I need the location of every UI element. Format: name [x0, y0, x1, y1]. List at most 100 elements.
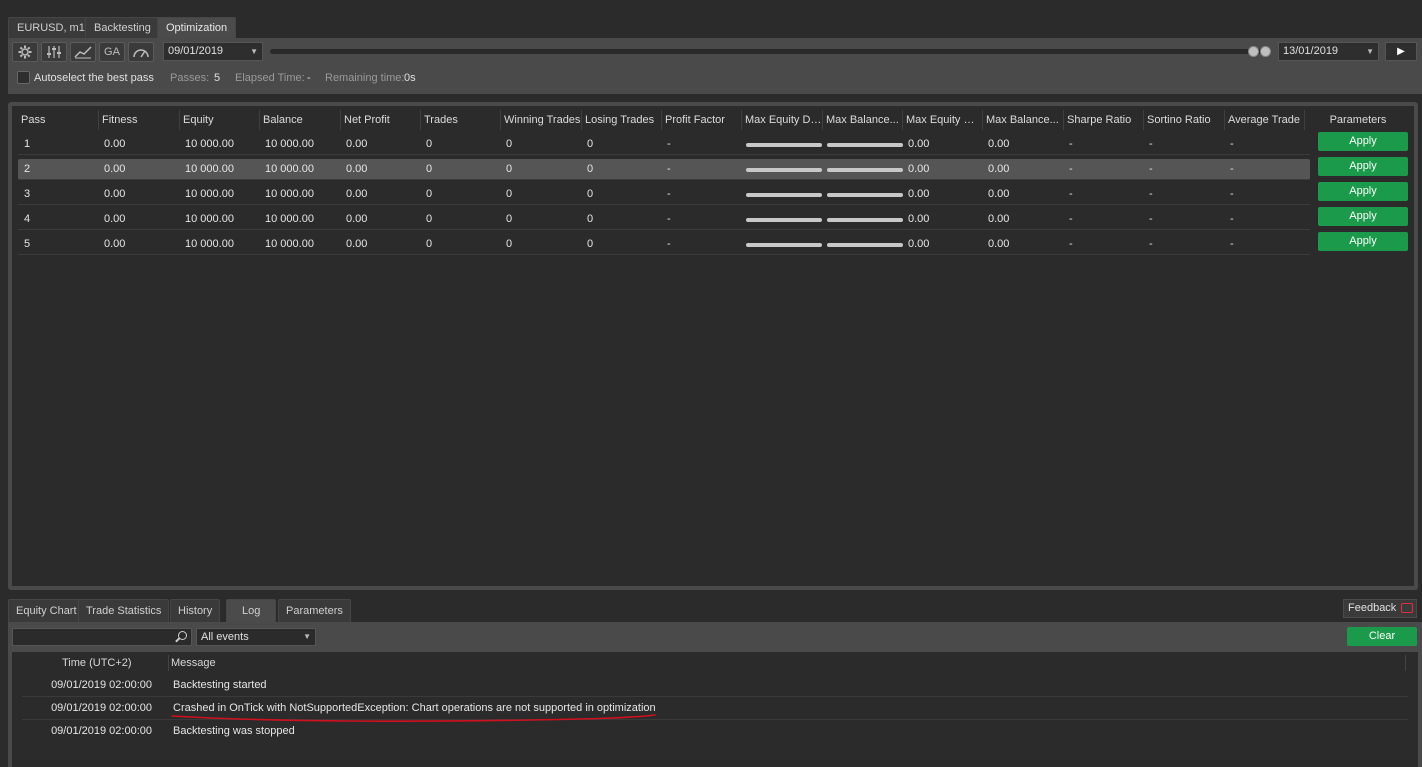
clear-log-button[interactable]: Clear: [1347, 627, 1417, 646]
log-search-input[interactable]: [12, 628, 192, 646]
cell-sharpe: -: [1069, 238, 1073, 250]
cell-max-eq-pct: 0.00: [908, 188, 930, 200]
equity-drawdown-bar: [746, 193, 822, 197]
tab-symbol[interactable]: EURUSD, m1: [8, 17, 94, 38]
log-table: Time (UTC+2) Message 09/01/2019 02:00:00…: [12, 652, 1418, 767]
table-row[interactable]: 3 0.00 10 000.00 10 000.00 0.00 0 0 0 - 0.00 0.00 -…: [18, 184, 1310, 205]
equity-drawdown-bar: [746, 243, 822, 247]
table-row[interactable]: 5 0.00 10 000.00 10 000.00 0.00 0 0 0 - 0.00 0.00 -…: [18, 234, 1310, 255]
speed-button[interactable]: [128, 42, 154, 62]
balance-drawdown-bar: [827, 243, 903, 247]
cell-winning: 0: [506, 238, 513, 250]
cell-sortino: -: [1149, 188, 1153, 200]
cell-winning: 0: [506, 213, 513, 225]
feedback-button[interactable]: Feedback: [1343, 599, 1417, 618]
balance-drawdown-bar: [827, 168, 903, 172]
col-sortino-ratio[interactable]: Sortino Ratio: [1143, 110, 1224, 130]
cell-net-profit: 0.00: [346, 188, 368, 200]
event-filter-select[interactable]: All events ▼: [196, 628, 316, 646]
cell-balance: 10 000.00: [265, 188, 314, 200]
col-balance[interactable]: Balance: [259, 110, 340, 130]
end-date-value: 13/01/2019: [1283, 45, 1339, 57]
apply-button[interactable]: Apply: [1318, 182, 1408, 201]
tab-history[interactable]: History: [170, 599, 221, 622]
play-icon: ▶: [1397, 46, 1405, 57]
tab-log[interactable]: Log: [226, 599, 277, 622]
cell-equity: 10 000.00: [185, 188, 234, 200]
cell-sharpe: -: [1069, 188, 1073, 200]
cell-balance: 10 000.00: [265, 238, 314, 250]
autoselect-checkbox[interactable]: [17, 71, 30, 84]
log-time-header[interactable]: Time (UTC+2): [62, 654, 132, 672]
col-average-trade[interactable]: Average Trade: [1224, 110, 1304, 130]
cell-profit-factor: -: [667, 238, 671, 250]
col-max-equity-dd[interactable]: Max Equity Dr...: [741, 110, 822, 130]
apply-button[interactable]: Apply: [1318, 132, 1408, 151]
col-max-balance-dd-pct[interactable]: Max Balance...: [982, 110, 1063, 130]
cell-sortino: -: [1149, 238, 1153, 250]
col-winning-trades[interactable]: Winning Trades: [500, 110, 581, 130]
tab-equity-chart[interactable]: Equity Chart: [8, 599, 85, 622]
speech-bubble-icon: [1401, 603, 1413, 613]
equity-drawdown-bar: [746, 143, 822, 147]
col-profit-factor[interactable]: Profit Factor: [661, 110, 741, 130]
cell-losing: 0: [587, 163, 594, 175]
table-row[interactable]: 1 0.00 10 000.00 10 000.00 0.00 0 0 0 - 0.00 0.00 -…: [18, 134, 1310, 155]
col-equity[interactable]: Equity: [179, 110, 259, 130]
col-sharpe-ratio[interactable]: Sharpe Ratio: [1063, 110, 1143, 130]
cell-equity: 10 000.00: [185, 138, 234, 150]
col-parameters[interactable]: Parameters: [1304, 110, 1408, 130]
col-losing-trades[interactable]: Losing Trades: [581, 110, 661, 130]
chevron-down-icon: ▼: [303, 632, 311, 641]
range-start-handle[interactable]: [1248, 46, 1259, 57]
cell-avg-trade: -: [1230, 213, 1234, 225]
cell-trades: 0: [426, 138, 433, 150]
table-row[interactable]: 2 0.00 10 000.00 10 000.00 0.00 0 0 0 - 0.00 0.00 -…: [18, 159, 1310, 180]
elapsed-label: Elapsed Time:: [235, 72, 305, 84]
cell-fitness: 0.00: [104, 238, 126, 250]
col-net-profit[interactable]: Net Profit: [340, 110, 420, 130]
genetic-algorithm-button[interactable]: GA: [99, 42, 125, 62]
cell-avg-trade: -: [1230, 188, 1234, 200]
settings-button[interactable]: [12, 42, 38, 62]
annotation-underline: [171, 714, 656, 722]
chevron-down-icon: ▼: [1366, 47, 1374, 56]
cell-sortino: -: [1149, 213, 1153, 225]
cell-sharpe: -: [1069, 163, 1073, 175]
table-row[interactable]: 4 0.00 10 000.00 10 000.00 0.00 0 0 0 - 0.00 0.00 -…: [18, 209, 1310, 230]
log-entry[interactable]: 09/01/2019 02:00:00 Backtesting started: [22, 674, 1408, 697]
cell-net-profit: 0.00: [346, 238, 368, 250]
tab-backtesting[interactable]: Backtesting: [85, 17, 160, 38]
cell-max-bal-pct: 0.00: [988, 163, 1010, 175]
col-trades[interactable]: Trades: [420, 110, 500, 130]
start-optimization-button[interactable]: ▶: [1385, 42, 1417, 61]
apply-button[interactable]: Apply: [1318, 207, 1408, 226]
passes-table-panel: Pass Fitness Equity Balance Net Profit T…: [8, 102, 1418, 590]
cell-pass: 4: [24, 213, 31, 225]
apply-button[interactable]: Apply: [1318, 157, 1408, 176]
cell-sortino: -: [1149, 163, 1153, 175]
col-pass[interactable]: Pass: [18, 110, 98, 130]
col-fitness[interactable]: Fitness: [98, 110, 179, 130]
cell-trades: 0: [426, 238, 433, 250]
passes-table: Pass Fitness Equity Balance Net Profit T…: [12, 106, 1414, 586]
col-max-balance-dd[interactable]: Max Balance...: [822, 110, 902, 130]
cell-equity: 10 000.00: [185, 238, 234, 250]
end-date-picker[interactable]: 13/01/2019 ▼: [1278, 42, 1379, 61]
tab-optimization[interactable]: Optimization: [157, 17, 237, 38]
col-max-equity-dd-pct[interactable]: Max Equity Dr...: [902, 110, 982, 130]
remaining-label: Remaining time:: [325, 72, 405, 84]
start-date-picker[interactable]: 09/01/2019 ▼: [163, 42, 263, 61]
cell-net-profit: 0.00: [346, 163, 368, 175]
cell-losing: 0: [587, 188, 594, 200]
tab-parameters[interactable]: Parameters: [278, 599, 351, 622]
log-message-header[interactable]: Message: [171, 654, 216, 672]
parameters-button[interactable]: [41, 42, 67, 62]
autoselect-label: Autoselect the best pass: [34, 72, 154, 84]
chart-button[interactable]: [70, 42, 96, 62]
range-end-handle[interactable]: [1260, 46, 1271, 57]
apply-button[interactable]: Apply: [1318, 232, 1408, 251]
tab-trade-statistics[interactable]: Trade Statistics: [78, 599, 170, 622]
log-time: 09/01/2019 02:00:00: [51, 702, 152, 714]
date-range-slider[interactable]: [270, 49, 1262, 54]
